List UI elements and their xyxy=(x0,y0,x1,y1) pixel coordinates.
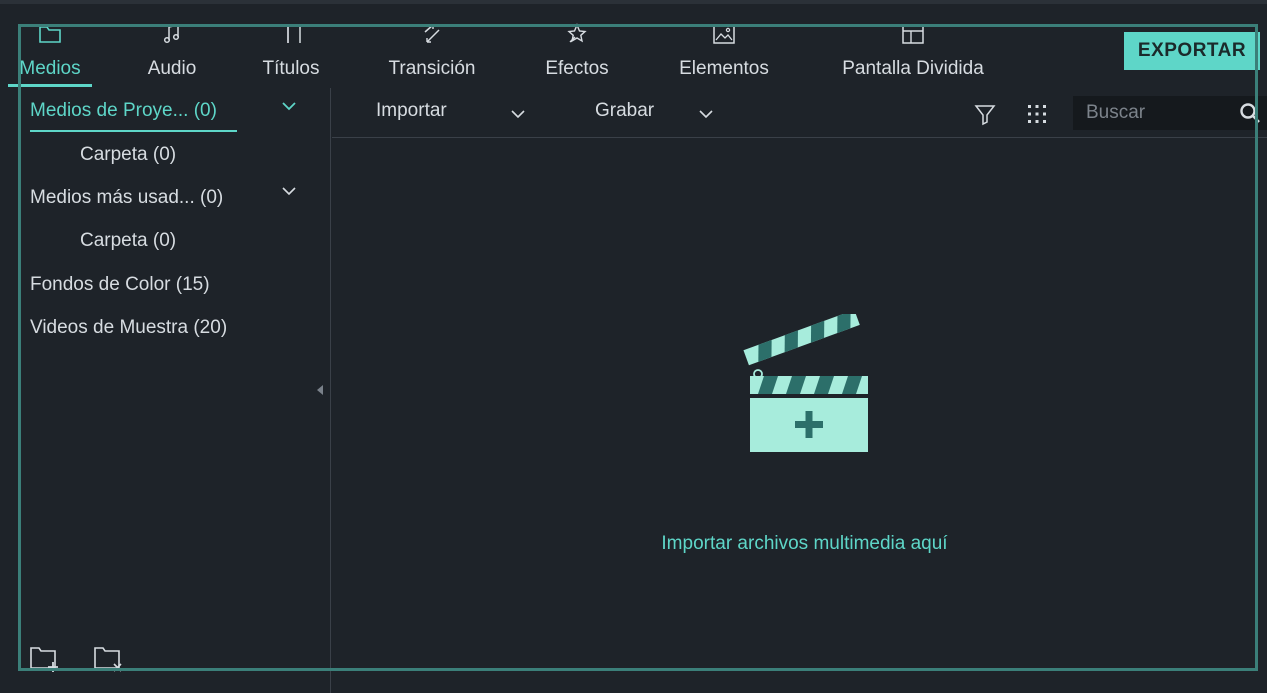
text-title-icon xyxy=(277,20,305,48)
tab-label: Pantalla Dividida xyxy=(842,58,984,79)
record-chevron-down-icon[interactable] xyxy=(698,108,714,120)
tab-label: Medios xyxy=(19,58,81,79)
new-folder-icon[interactable] xyxy=(28,643,62,673)
tab-label: Elementos xyxy=(679,58,769,79)
media-library-window: Medios Audio Títulos Transición Efectos xyxy=(0,0,1267,693)
import-button[interactable]: Importar xyxy=(376,100,447,122)
sidebar-item-project-media[interactable]: Medios de Proye... (0) xyxy=(30,100,217,122)
transition-icon xyxy=(418,20,446,48)
search-box xyxy=(1073,96,1267,130)
media-drop-zone[interactable]: Importar archivos multimedia aquí xyxy=(332,138,1267,693)
folder-icon xyxy=(36,20,64,48)
sidebar-item-most-used-folder[interactable]: Carpeta (0) xyxy=(80,230,176,252)
sidebar-item-project-folder[interactable]: Carpeta (0) xyxy=(80,144,176,166)
image-icon xyxy=(710,20,738,48)
clapperboard-add-icon[interactable] xyxy=(742,314,872,454)
sidebar-active-indicator xyxy=(30,130,237,132)
tab-label: Títulos xyxy=(262,58,320,79)
tab-audio[interactable]: Audio xyxy=(138,20,206,88)
chevron-down-icon[interactable] xyxy=(281,100,297,112)
active-tab-indicator xyxy=(8,84,92,87)
tab-medios[interactable]: Medios xyxy=(15,20,85,88)
tab-label: Efectos xyxy=(545,58,609,79)
effects-icon xyxy=(563,20,591,48)
sidebar-collapse-handle[interactable] xyxy=(317,385,323,395)
tab-bar: Medios Audio Títulos Transición Efectos xyxy=(0,4,1267,88)
chevron-down-icon[interactable] xyxy=(281,185,297,197)
grid-view-icon[interactable] xyxy=(1025,102,1049,126)
tab-transicion[interactable]: Transición xyxy=(380,20,484,88)
split-screen-icon xyxy=(899,20,927,48)
media-content-area: Importar Grabar Buscar Importar archivos… xyxy=(332,88,1267,693)
sidebar-item-sample-videos[interactable]: Videos de Muestra (20) xyxy=(30,317,227,339)
search-icon[interactable] xyxy=(1239,102,1261,124)
music-note-icon xyxy=(158,20,186,48)
import-chevron-down-icon[interactable] xyxy=(510,108,526,120)
media-sidebar: Medios de Proye... (0) Carpeta (0) Medio… xyxy=(0,88,331,693)
tab-label: Transición xyxy=(388,58,476,79)
tab-titulos[interactable]: Títulos xyxy=(256,20,326,88)
export-button[interactable]: EXPORTAR xyxy=(1124,32,1260,70)
tab-efectos[interactable]: Efectos xyxy=(537,20,617,88)
tab-pantalla-dividida[interactable]: Pantalla Dividida xyxy=(832,20,994,88)
search-input[interactable] xyxy=(1073,96,1233,130)
tab-label: Audio xyxy=(147,58,197,79)
drop-zone-message[interactable]: Importar archivos multimedia aquí xyxy=(332,533,1267,555)
record-button[interactable]: Grabar xyxy=(595,100,654,122)
sidebar-item-color-backgrounds[interactable]: Fondos de Color (15) xyxy=(30,274,210,296)
delete-folder-icon[interactable] xyxy=(92,643,126,673)
sidebar-item-most-used[interactable]: Medios más usad... (0) xyxy=(30,187,223,209)
filter-icon[interactable] xyxy=(973,102,997,126)
media-toolbar: Importar Grabar xyxy=(332,88,1267,138)
tab-elementos[interactable]: Elementos xyxy=(670,20,778,88)
